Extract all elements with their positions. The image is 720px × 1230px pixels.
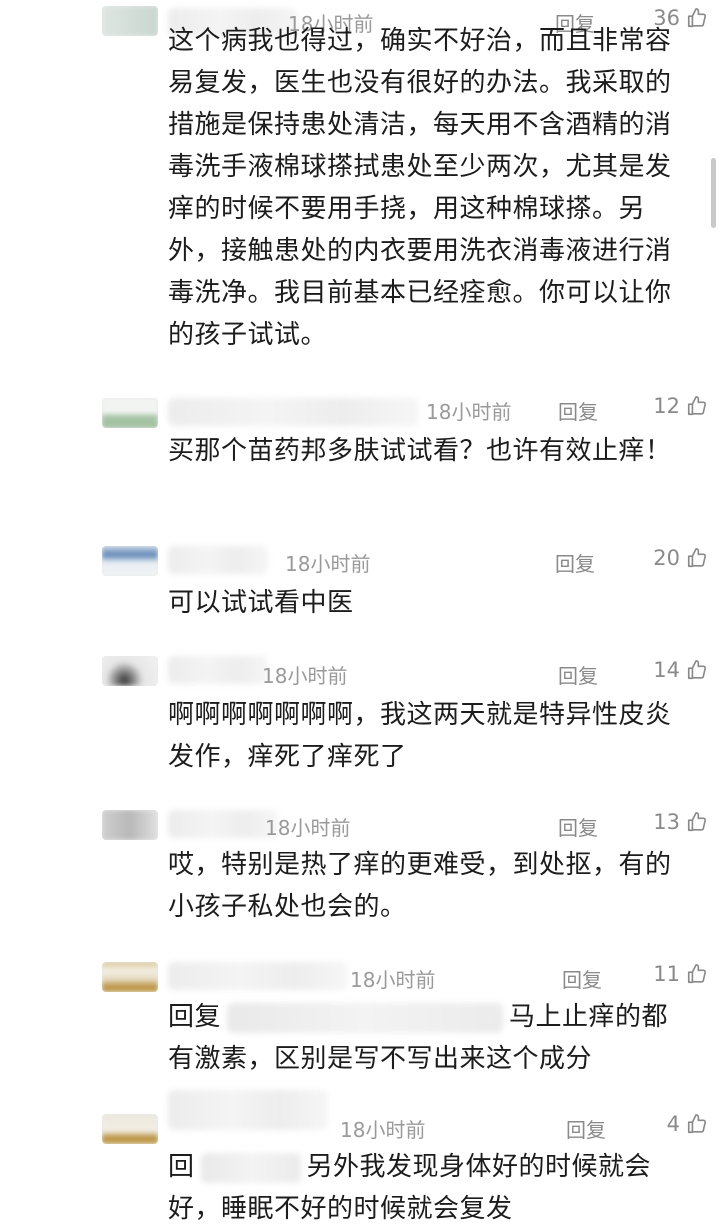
thumbs-up-icon [687, 812, 707, 832]
reply-button[interactable]: 回复 [558, 812, 598, 841]
comment-time: 18小时前 [262, 664, 348, 688]
comment-text: 可以试试看中医 [168, 588, 354, 618]
thumbs-up-icon [687, 396, 707, 416]
reply-button[interactable]: 回复 [558, 660, 598, 689]
like-count: 12 [653, 394, 680, 418]
avatar[interactable] [102, 1114, 158, 1144]
username-redacted[interactable] [168, 398, 418, 426]
username-redacted[interactable] [168, 810, 278, 838]
like-count: 20 [653, 546, 680, 570]
thumbs-up-icon [687, 548, 707, 568]
comment-text: 这个病我也得过，确实不好治，而且非常容易复发，医生也没有很好的办法。我采取的措施… [168, 26, 672, 350]
like-button[interactable]: 12 [653, 394, 708, 418]
like-button[interactable]: 20 [653, 546, 708, 570]
scrollbar[interactable] [711, 158, 716, 228]
like-count: 14 [653, 658, 680, 682]
thumbs-up-icon [687, 8, 707, 28]
like-count: 4 [666, 1112, 680, 1136]
comment-time: 18小时前 [340, 1118, 426, 1142]
like-button[interactable]: 4 [667, 1112, 708, 1136]
mention-redacted[interactable] [227, 1002, 504, 1033]
comment-time: 18小时前 [285, 552, 371, 576]
username-redacted[interactable] [168, 1090, 328, 1130]
like-count: 13 [653, 810, 680, 834]
comment-time: 18小时前 [350, 968, 436, 992]
like-button[interactable]: 11 [653, 962, 708, 986]
like-count: 11 [653, 962, 680, 986]
like-button[interactable]: 13 [653, 810, 708, 834]
reply-button[interactable]: 回复 [562, 964, 602, 993]
comment-text: 买那个苗药邦多肤试试看？也许有效止痒！ [168, 436, 672, 466]
thumbs-up-icon [687, 1114, 707, 1134]
avatar[interactable] [102, 656, 158, 686]
comment-time: 18小时前 [426, 400, 512, 424]
like-button[interactable]: 14 [653, 658, 708, 682]
avatar[interactable] [102, 546, 158, 576]
reply-prefix: 回 [168, 1152, 195, 1182]
username-redacted[interactable] [168, 962, 348, 990]
comment-time: 18小时前 [265, 816, 351, 840]
avatar[interactable] [102, 6, 158, 36]
username-redacted[interactable] [168, 546, 268, 574]
thumbs-up-icon [687, 660, 707, 680]
reply-button[interactable]: 回复 [558, 396, 598, 425]
mention-redacted[interactable] [200, 1152, 301, 1183]
reply-button[interactable]: 回复 [555, 548, 595, 577]
comment-text: 哎，特别是热了痒的更难受，到处抠，有的小孩子私处也会的。 [168, 850, 672, 922]
reply-button[interactable]: 回复 [566, 1114, 606, 1143]
reply-prefix: 回复 [168, 1002, 222, 1032]
avatar[interactable] [102, 962, 158, 992]
avatar[interactable] [102, 810, 158, 840]
username-redacted[interactable] [168, 656, 268, 684]
avatar[interactable] [102, 398, 158, 428]
comment-text: 回复 马上止痒的都有激素，区别是写不写出来这个成分 [168, 996, 688, 1080]
comment-text: 回另外我发现身体好的时候就会好，睡眠不好的时候就会复发 [168, 1146, 688, 1230]
comment-text: 啊啊啊啊啊啊啊，我这两天就是特异性皮炎发作，痒死了痒死了 [168, 700, 672, 772]
thumbs-up-icon [687, 964, 707, 984]
